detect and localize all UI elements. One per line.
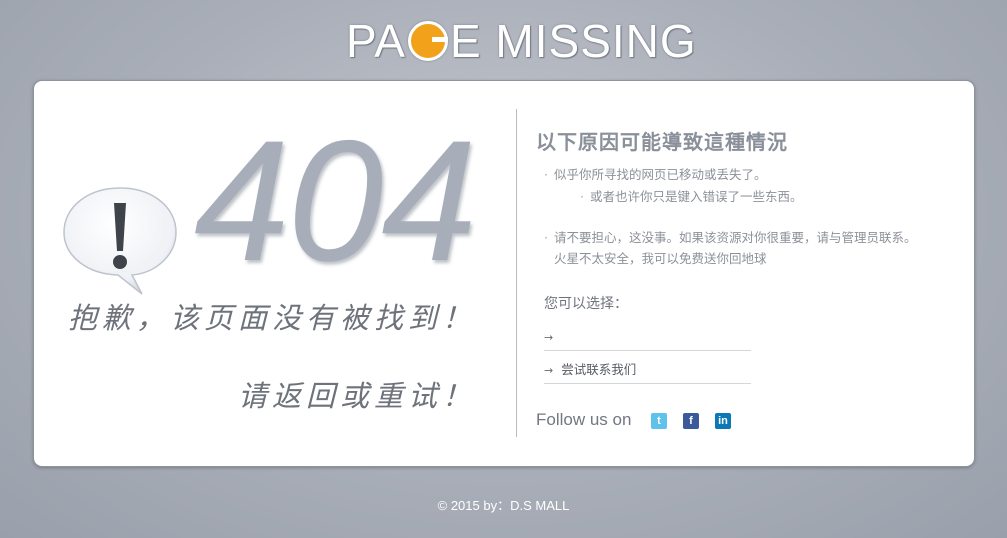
logo-g-mark-icon: [407, 21, 448, 61]
reason-text: 火星不太安全，我可以免费送你回地球: [554, 251, 767, 266]
arrow-right-icon: →: [544, 364, 554, 377]
reason-item: · 请不要担心，这没事。如果该资源对你很重要，请与管理员联系。: [544, 230, 917, 246]
reason-item: 火星不太安全，我可以免费送你回地球: [554, 251, 767, 267]
error-card: 404 抱歉，该页面没有被找到！ 请返回或重试！ 以下原因可能導致這種情況 · 似…: [33, 80, 975, 467]
option-link-home[interactable]: →: [544, 324, 751, 351]
reasons-title: 以下原因可能導致這種情況: [536, 130, 788, 154]
option-link-label[interactable]: 尝试联系我们: [561, 362, 636, 377]
twitter-icon[interactable]: t: [651, 413, 667, 429]
logo-text-start: PA: [346, 15, 406, 67]
footer-copyright: © 2015 by：D.S MALL: [437, 498, 570, 513]
retry-message: 请返回或重试！: [238, 379, 477, 413]
bullet-dot-icon: ·: [544, 230, 548, 245]
error-code: 404: [194, 105, 477, 297]
bullet-dot-icon: ·: [544, 167, 548, 182]
exclamation-bubble-icon: [63, 187, 177, 295]
facebook-icon[interactable]: f: [683, 413, 699, 429]
follow-us-label: Follow us on: [536, 410, 632, 429]
reason-item: · 或者也许你只是键入错误了一些东西。: [580, 189, 803, 205]
reason-item: · 似乎你所寻找的网页已移动或丢失了。: [544, 167, 767, 183]
reason-text: 请不要担心，这没事。如果该资源对你很重要，请与管理员联系。: [553, 230, 917, 245]
bullet-dot-icon: ·: [580, 189, 584, 204]
page-missing-logo: PA E MISSING: [346, 14, 697, 68]
option-link-contact[interactable]: → 尝试联系我们: [544, 357, 751, 384]
vertical-divider: [516, 109, 517, 437]
reason-text: 或者也许你只是键入错误了一些东西。: [589, 189, 803, 204]
linkedin-icon[interactable]: in: [715, 413, 731, 429]
choose-label: 您可以选择：: [544, 296, 628, 312]
reason-text: 似乎你所寻找的网页已移动或丢失了。: [553, 167, 767, 182]
apology-message: 抱歉，该页面没有被找到！: [68, 301, 477, 335]
arrow-right-icon: →: [544, 331, 554, 344]
logo-text-end: E MISSING: [449, 15, 697, 67]
